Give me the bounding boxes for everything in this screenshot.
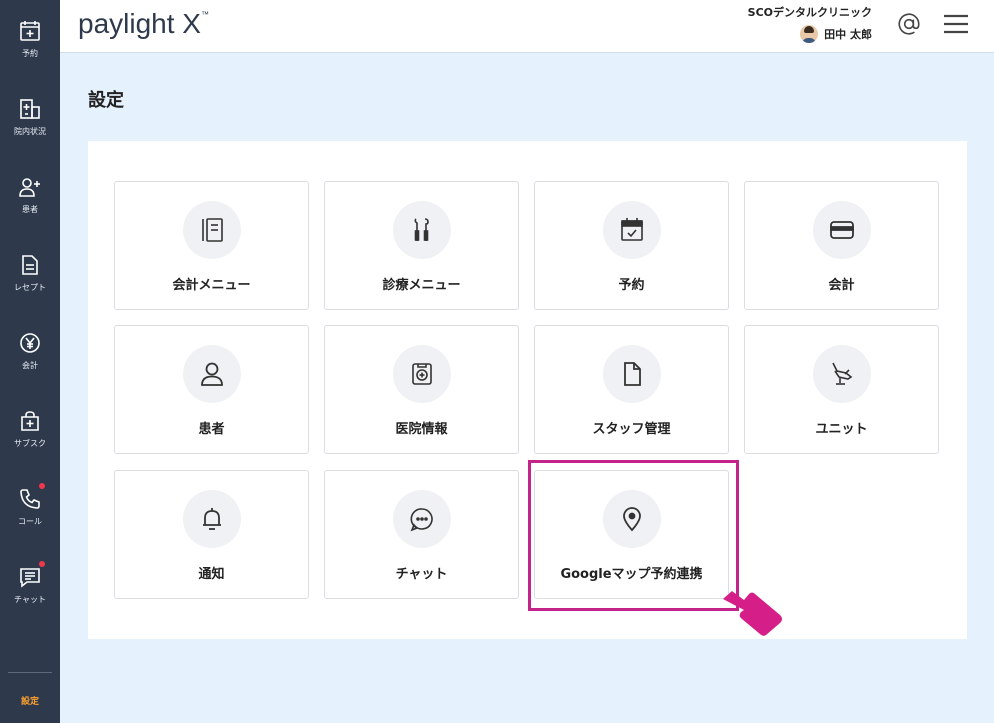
- chat-bubble-icon: [410, 508, 433, 532]
- sidebar-item-settings[interactable]: 設定: [0, 685, 60, 715]
- sidebar-item-label: 院内状況: [14, 127, 46, 136]
- avatar: [800, 25, 819, 43]
- card-label: 予約: [618, 278, 645, 293]
- card-label: 患者: [198, 422, 225, 437]
- sidebar-divider: [8, 672, 52, 673]
- sidebar-item-receipt[interactable]: レセプト: [0, 234, 60, 312]
- sidebar-item-label: 会計: [22, 361, 38, 370]
- card-google-maps-reservation[interactable]: Googleマップ予約連携: [534, 470, 729, 599]
- sidebar-item-label: 患者: [22, 205, 38, 214]
- pointing-hand-icon: [723, 591, 782, 636]
- sidebar-item-label: 予約: [22, 49, 38, 58]
- card-label: チャット: [395, 567, 448, 582]
- calendar-plus-icon: [20, 21, 40, 41]
- sidebar-item-patients[interactable]: 患者: [0, 156, 60, 234]
- card-label: 通知: [198, 567, 225, 582]
- person-icon: [201, 362, 223, 386]
- card-label: 医院情報: [395, 422, 448, 437]
- notebook-icon: [202, 218, 223, 242]
- sidebar-item-label: サブスク: [14, 439, 46, 448]
- dental-tools-icon: [414, 218, 429, 241]
- building-icon: [20, 99, 40, 119]
- sidebar-item-chat[interactable]: チャット: [0, 546, 60, 624]
- at-mention-icon[interactable]: [896, 11, 922, 37]
- card-accounting[interactable]: 会計: [744, 181, 939, 310]
- sidebar-item-label: レセプト: [14, 283, 46, 292]
- card-label: Googleマップ予約連携: [560, 567, 703, 582]
- sidebar-item-subscription[interactable]: サブスク: [0, 390, 60, 468]
- card-label: ユニット: [815, 422, 868, 437]
- card-staff-management[interactable]: スタッフ管理: [534, 325, 729, 454]
- card-label: 会計メニュー: [172, 278, 251, 293]
- bag-plus-icon: [21, 411, 39, 431]
- credit-card-icon: [830, 221, 854, 239]
- card-chat[interactable]: チャット: [324, 470, 519, 599]
- notification-dot: [39, 561, 45, 567]
- notification-dot: [39, 483, 45, 489]
- sidebar: 予約 院内状況 患者 レセプト 会計 サブスク コール チャット 設定: [0, 0, 60, 723]
- bell-icon: [203, 508, 221, 530]
- top-header: paylight X™ SCOデンタルクリニック 田中 太郎: [60, 0, 994, 53]
- file-icon: [624, 362, 641, 386]
- sidebar-item-clinic-status[interactable]: 院内状況: [0, 78, 60, 156]
- medical-cross-icon: [412, 363, 432, 385]
- map-pin-icon: [623, 507, 641, 532]
- yen-icon: [20, 333, 40, 353]
- hamburger-menu-icon[interactable]: [942, 12, 970, 36]
- dental-chair-icon: [832, 362, 853, 385]
- sidebar-item-accounting[interactable]: 会計: [0, 312, 60, 390]
- sidebar-item-label: チャット: [14, 595, 46, 604]
- sidebar-item-label: コール: [18, 517, 42, 526]
- card-treatment-menu[interactable]: 診療メニュー: [324, 181, 519, 310]
- page-title: 設定: [88, 90, 124, 111]
- card-clinic-info[interactable]: 医院情報: [324, 325, 519, 454]
- sidebar-item-reservation[interactable]: 予約: [0, 0, 60, 78]
- user-name: 田中 太郎: [824, 28, 872, 41]
- card-patients[interactable]: 患者: [114, 325, 309, 454]
- card-reservation[interactable]: 予約: [534, 181, 729, 310]
- card-accounting-menu[interactable]: 会計メニュー: [114, 181, 309, 310]
- document-icon: [22, 255, 38, 275]
- user-plus-icon: [19, 178, 40, 197]
- settings-panel: 会計メニュー 診療メニュー 予約 会計 患者 医院情報 スタッフ管理 ユニット …: [88, 141, 967, 639]
- card-unit[interactable]: ユニット: [744, 325, 939, 454]
- chat-icon: [20, 568, 40, 588]
- calendar-check-icon: [621, 218, 643, 241]
- card-label: 診療メニュー: [382, 278, 461, 293]
- sidebar-item-call[interactable]: コール: [0, 468, 60, 546]
- card-label: スタッフ管理: [592, 422, 671, 437]
- app-logo: paylight X™: [78, 8, 209, 39]
- phone-icon: [20, 489, 40, 509]
- clinic-name: SCOデンタルクリニック: [747, 6, 872, 19]
- card-notifications[interactable]: 通知: [114, 470, 309, 599]
- user-info[interactable]: 田中 太郎: [800, 25, 872, 43]
- card-label: 会計: [828, 278, 855, 293]
